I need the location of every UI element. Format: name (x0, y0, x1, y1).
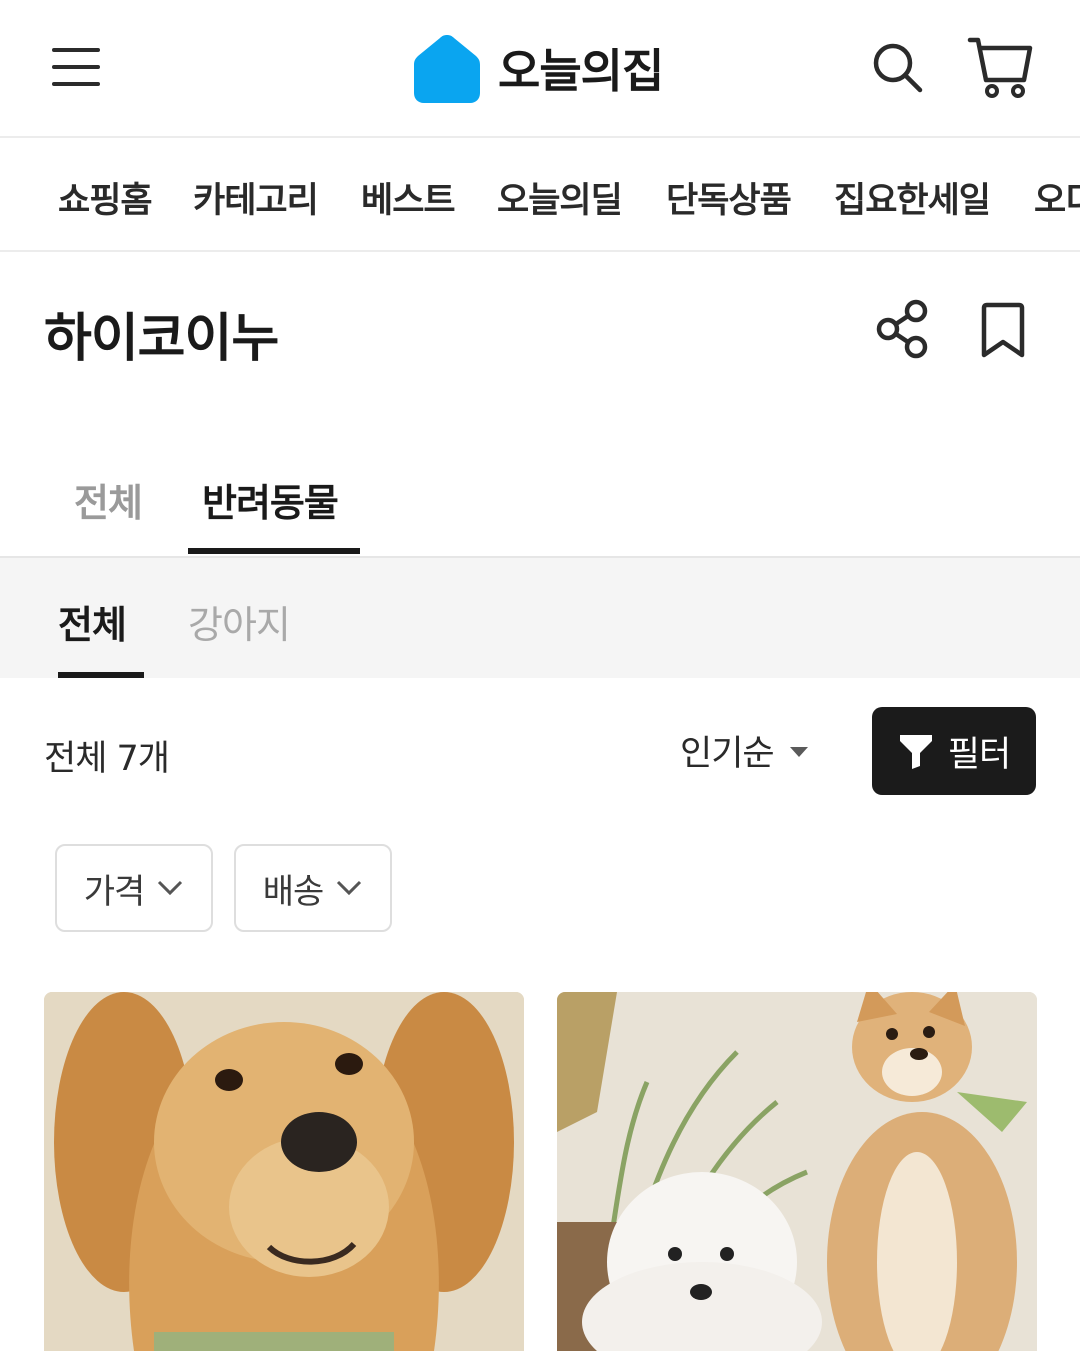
nav-best[interactable]: 베스트 (361, 172, 456, 223)
subtab-dog[interactable]: 강아지 (188, 594, 291, 649)
nav-shopping-home[interactable]: 쇼핑홈 (58, 172, 153, 223)
nav-more-truncated[interactable]: 오디 (1034, 172, 1080, 223)
search-icon[interactable] (870, 40, 926, 96)
shipping-filter-chip[interactable]: 배송 (234, 844, 392, 932)
category-tabs: 전체 반려동물 (0, 440, 1080, 558)
chevron-down-icon (337, 880, 362, 896)
bookmark-icon[interactable] (976, 302, 1030, 360)
category-nav: 쇼핑홈 카테고리 베스트 오늘의딜 단독상품 집요한세일 오디 (0, 140, 1080, 252)
house-logo-icon (414, 35, 480, 103)
sort-dropdown[interactable]: 인기순 (680, 728, 808, 774)
subtab-all[interactable]: 전체 (58, 594, 127, 649)
result-count: 전체 7개 (44, 739, 170, 779)
filter-button[interactable]: 필터 (872, 707, 1036, 795)
top-header: 오늘의집 (0, 0, 1080, 138)
app-logo[interactable]: 오늘의집 (410, 30, 664, 106)
active-subtab-indicator (58, 672, 144, 678)
bichon-and-shiba-photo (557, 992, 1037, 1351)
funnel-icon (899, 735, 932, 769)
filter-label: 필터 (947, 734, 1011, 775)
golden-retriever-photo (44, 992, 524, 1351)
active-tab-indicator (188, 548, 360, 554)
shipping-chip-label: 배송 (262, 871, 325, 912)
sort-label: 인기순 (680, 733, 775, 774)
cart-icon[interactable] (966, 34, 1036, 100)
share-icon[interactable] (874, 298, 932, 360)
logo-text: 오늘의집 (498, 44, 664, 98)
chevron-down-icon (158, 880, 183, 896)
nav-category[interactable]: 카테고리 (193, 172, 319, 223)
sub-category-tabs: 전체 강아지 (0, 558, 1080, 678)
page-title: 하이코이누 (44, 309, 279, 369)
menu-icon[interactable] (52, 44, 102, 90)
product-card[interactable] (557, 992, 1037, 1351)
caret-down-icon (789, 747, 808, 757)
nav-exclusive[interactable]: 단독상품 (666, 172, 792, 223)
tab-all[interactable]: 전체 (74, 472, 143, 527)
nav-todays-deal[interactable]: 오늘의딜 (497, 172, 623, 223)
nav-sale[interactable]: 집요한세일 (834, 172, 991, 223)
tab-pets[interactable]: 반려동물 (202, 472, 339, 527)
price-chip-label: 가격 (83, 871, 146, 912)
product-card[interactable] (44, 992, 524, 1351)
price-filter-chip[interactable]: 가격 (55, 844, 213, 932)
